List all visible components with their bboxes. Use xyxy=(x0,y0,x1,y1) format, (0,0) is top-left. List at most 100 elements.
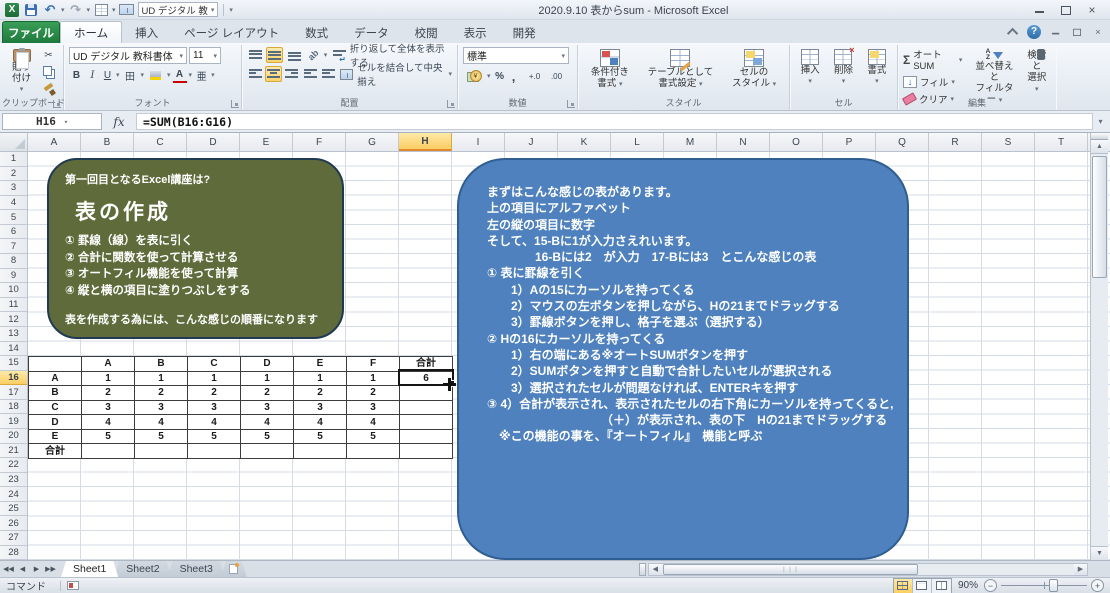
sheet-tab-Sheet2[interactable]: Sheet2 xyxy=(114,561,171,577)
excel-logo-icon[interactable]: X xyxy=(4,2,20,18)
workbook-close-button[interactable]: × xyxy=(1093,27,1103,37)
column-header-I[interactable]: I xyxy=(452,133,505,151)
table-cell[interactable]: 1 xyxy=(346,370,400,387)
record-macro-icon[interactable] xyxy=(67,581,79,590)
tab-挿入[interactable]: 挿入 xyxy=(122,22,171,43)
table-row-label[interactable]: E xyxy=(28,428,82,445)
row-header-4[interactable]: 4 xyxy=(0,196,27,211)
cut-icon[interactable]: ✂ xyxy=(39,47,58,63)
name-box[interactable]: H16 ▾ xyxy=(2,113,102,130)
table-cell[interactable]: 1 xyxy=(240,370,294,387)
bold-button[interactable]: B xyxy=(69,67,84,83)
row-header-6[interactable]: 6 xyxy=(0,225,27,240)
row-header-23[interactable]: 23 xyxy=(0,473,27,488)
scroll-down-icon[interactable]: ▼ xyxy=(1091,546,1108,560)
column-header-J[interactable]: J xyxy=(505,133,558,151)
row-header-14[interactable]: 14 xyxy=(0,342,27,357)
orientation-icon[interactable]: ab xyxy=(305,47,322,63)
table-cell[interactable]: 3 xyxy=(134,399,188,416)
format-painter-icon[interactable] xyxy=(39,81,58,97)
horizontal-scrollbar[interactable]: ◀ ❘❘❘ ▶ xyxy=(647,562,1088,576)
table-cell[interactable]: 5 xyxy=(346,428,400,445)
row-header-19[interactable]: 19 xyxy=(0,414,27,429)
table-header-cell[interactable]: B xyxy=(134,356,188,372)
comma-icon[interactable]: , xyxy=(509,68,519,84)
restore-button[interactable] xyxy=(1060,5,1072,15)
column-header-L[interactable]: L xyxy=(611,133,664,151)
table-cell[interactable]: 3 xyxy=(293,399,347,416)
normal-view-icon[interactable] xyxy=(893,578,913,593)
table-row-label[interactable]: A xyxy=(28,370,82,387)
font-name-select[interactable]: UD デジタル 教科書体 N-E▾ xyxy=(69,47,187,64)
autosum-button[interactable]: Σ オート SUM ▾ xyxy=(903,47,962,72)
column-header-T[interactable]: T xyxy=(1035,133,1088,151)
redo-icon[interactable]: ↷ xyxy=(68,2,84,18)
decrease-indent-icon[interactable] xyxy=(302,66,318,82)
undo-icon[interactable]: ↶ xyxy=(42,2,58,18)
tab-split-handle[interactable] xyxy=(638,562,646,576)
font-size-select[interactable]: 11 ▾ xyxy=(189,47,221,64)
column-header-D[interactable]: D xyxy=(187,133,240,151)
scroll-right-icon[interactable]: ▶ xyxy=(1074,563,1087,575)
row-header-24[interactable]: 24 xyxy=(0,487,27,502)
name-box-dropdown-icon[interactable]: ▾ xyxy=(64,118,68,126)
table-cell[interactable]: 2 xyxy=(187,385,241,401)
prev-sheet-icon[interactable]: ◀ xyxy=(16,563,29,576)
table-cell[interactable]: 4 xyxy=(134,414,188,430)
merge-cells-icon[interactable] xyxy=(119,2,135,18)
sheet-tab-Sheet3[interactable]: Sheet3 xyxy=(168,561,225,577)
zoom-handle[interactable] xyxy=(1049,579,1059,592)
column-header-F[interactable]: F xyxy=(293,133,346,151)
row-header-17[interactable]: 17 xyxy=(0,385,27,400)
row-header-20[interactable]: 20 xyxy=(0,429,27,444)
align-top-icon[interactable] xyxy=(247,47,264,63)
table-cell[interactable] xyxy=(240,443,294,459)
last-sheet-icon[interactable]: ▶▶ xyxy=(44,563,57,576)
first-sheet-icon[interactable]: ◀◀ xyxy=(2,563,15,576)
tab-数式[interactable]: 数式 xyxy=(292,22,341,43)
format-cells-button[interactable]: 書式 ▾ xyxy=(865,47,888,97)
percent-icon[interactable]: % xyxy=(493,68,507,84)
workbook-restore-button[interactable] xyxy=(1072,28,1082,36)
table-cell[interactable] xyxy=(293,443,347,459)
table-cell[interactable]: 2 xyxy=(81,385,135,401)
sheet-tab-Sheet1[interactable]: Sheet1 xyxy=(61,561,118,577)
table-cell[interactable]: 5 xyxy=(134,428,188,445)
expand-formula-bar-icon[interactable]: ▾ xyxy=(1093,114,1108,129)
italic-button[interactable]: I xyxy=(86,67,99,83)
blue-note-shape[interactable]: まずはこんな感じの表があります。 上の項目にアルファベット 左の縦の項目に数字 そして… xyxy=(457,158,909,560)
vertical-split-handle[interactable] xyxy=(1091,133,1108,140)
align-center-icon[interactable] xyxy=(265,66,282,82)
table-cell[interactable] xyxy=(399,428,453,445)
column-header-R[interactable]: R xyxy=(929,133,982,151)
column-header-N[interactable]: N xyxy=(717,133,770,151)
column-header-M[interactable]: M xyxy=(664,133,717,151)
column-header-B[interactable]: B xyxy=(81,133,134,151)
table-cell[interactable]: 2 xyxy=(134,385,188,401)
insert-cells-button[interactable]: 挿入 ▾ xyxy=(799,47,822,97)
close-button[interactable]: × xyxy=(1086,4,1098,16)
number-dialog-launcher[interactable] xyxy=(567,100,575,108)
currency-icon[interactable] xyxy=(463,68,485,84)
sort-filter-button[interactable]: AZ 並べ替えと フィルター ▾ xyxy=(969,47,1019,105)
row-header-11[interactable]: 11 xyxy=(0,298,27,313)
qat-font-box[interactable]: UD デジタル 教 ▾ xyxy=(137,2,219,17)
table-cell[interactable] xyxy=(187,443,241,459)
fill-color-button[interactable] xyxy=(146,67,165,83)
green-note-shape[interactable]: 第一回目となるExcel講座は? 表の作成 ① 罫線（線）を表に引く ② 合計に関… xyxy=(47,158,344,339)
row-header-22[interactable]: 22 xyxy=(0,458,27,473)
data-table[interactable]: A B C D E F 合計 A 1 1 1 1 1 1 6 B 2 2 2 2 2 2 C 3 3 3 3 3 3 D 4 4 4 4 4 4 E 5 5… xyxy=(28,356,453,459)
phonetic-button[interactable]: 亜 xyxy=(194,67,209,83)
redo-dropdown-icon[interactable]: ▾ xyxy=(87,6,91,14)
zoom-level[interactable]: 90% xyxy=(958,580,978,591)
tab-校閲[interactable]: 校閲 xyxy=(402,22,451,43)
collapse-ribbon-icon[interactable] xyxy=(1006,27,1019,39)
increase-decimal-icon[interactable]: +.0 xyxy=(525,68,545,84)
table-cell[interactable]: 3 xyxy=(81,399,135,416)
next-sheet-icon[interactable]: ▶ xyxy=(30,563,43,576)
table-header-cell[interactable] xyxy=(28,356,82,372)
format-as-table-button[interactable]: テーブルとして 書式設定 ▾ xyxy=(646,47,716,97)
table-cell[interactable]: 4 xyxy=(293,414,347,430)
cell-styles-button[interactable]: セルの スタイル ▾ xyxy=(730,47,778,97)
tab-ページ レイアウト[interactable]: ページ レイアウト xyxy=(171,22,292,43)
